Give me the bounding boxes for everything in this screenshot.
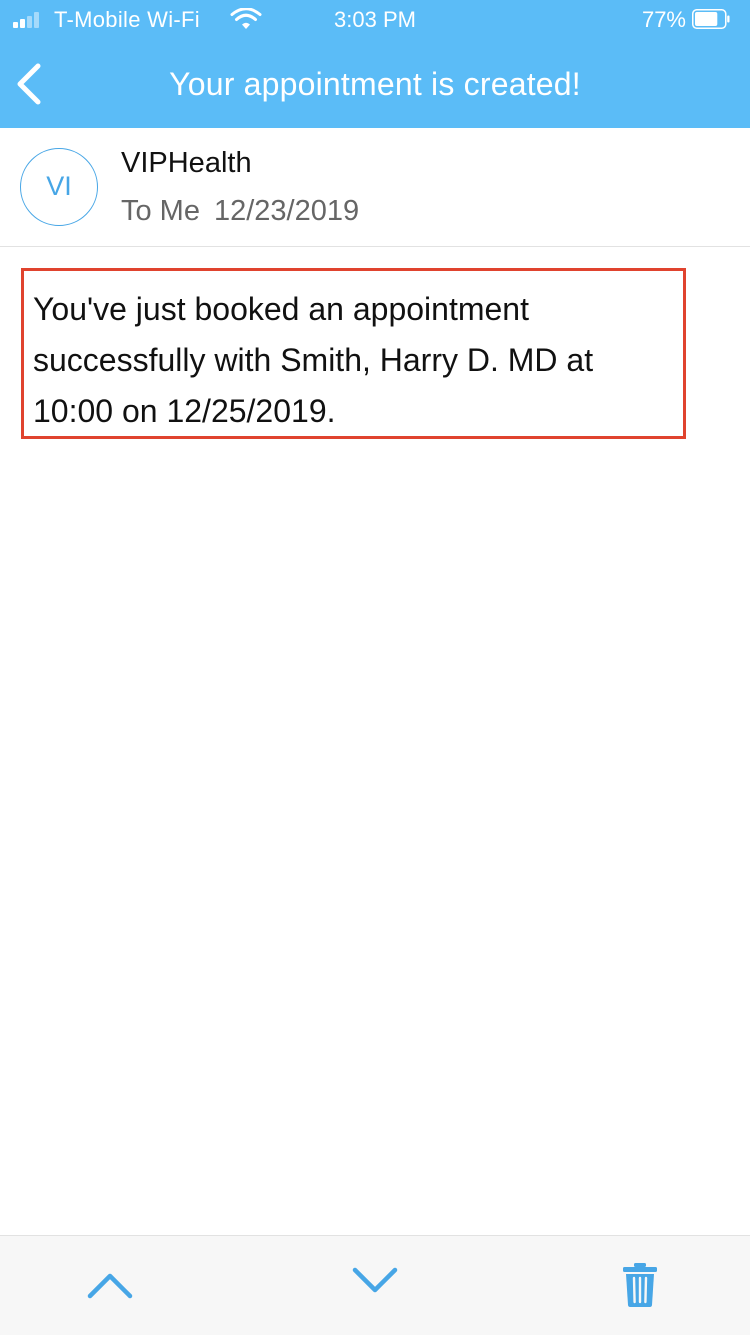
chevron-up-icon bbox=[87, 1273, 133, 1299]
bottom-toolbar bbox=[0, 1235, 750, 1335]
status-time: 3:03 PM bbox=[334, 7, 416, 32]
status-bar: T-Mobile Wi-Fi 3:03 PM 77% bbox=[0, 0, 750, 40]
delete-button[interactable] bbox=[622, 1262, 658, 1308]
navigation-bar: Your appointment is created! bbox=[0, 40, 750, 128]
previous-message-button[interactable] bbox=[86, 1270, 134, 1300]
battery-percent: 77% bbox=[641, 7, 686, 32]
top-bar: T-Mobile Wi-Fi 3:03 PM 77% Your appointm… bbox=[0, 0, 750, 128]
next-message-button[interactable] bbox=[351, 1266, 399, 1296]
trash-icon bbox=[623, 1263, 657, 1307]
chevron-down-icon bbox=[352, 1267, 398, 1293]
recipient-label: To Me bbox=[121, 195, 200, 227]
message-body: You've just booked an appointment succes… bbox=[21, 268, 686, 439]
recipient-line: To Me 12/23/2019 bbox=[121, 195, 359, 228]
avatar: VI bbox=[20, 148, 98, 226]
message-date: 12/23/2019 bbox=[213, 195, 360, 227]
battery-icon bbox=[692, 9, 730, 29]
message-header: VI VIPHealth To Me 12/23/2019 bbox=[0, 128, 750, 247]
sender-name: VIPHealth bbox=[121, 147, 252, 179]
page-title: Your appointment is created! bbox=[169, 66, 581, 102]
